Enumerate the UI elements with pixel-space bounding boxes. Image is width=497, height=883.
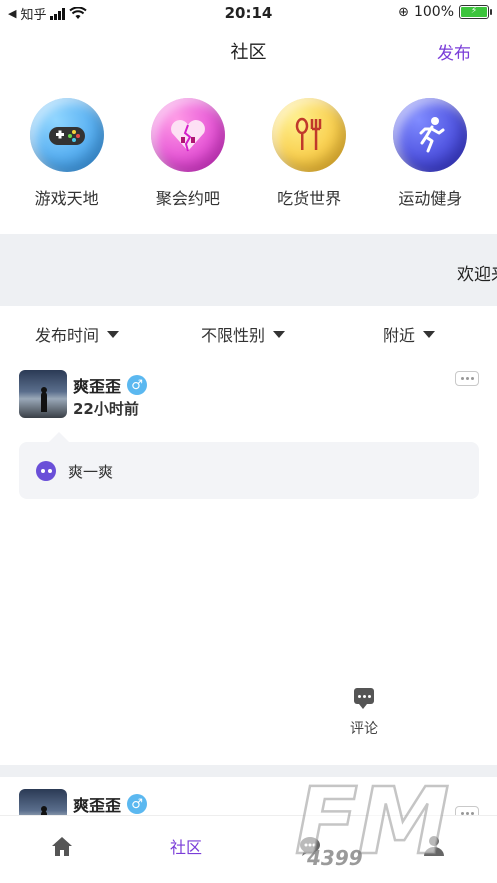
publish-button[interactable]: 发布: [437, 39, 471, 64]
chat-bubble-icon: [36, 461, 56, 481]
tab-community-label: 社区: [169, 838, 202, 857]
filter-distance[interactable]: 附近: [383, 322, 436, 346]
post-author[interactable]: 爽歪歪 ♂: [73, 373, 148, 397]
category-label: 运动健身: [398, 189, 463, 208]
banner-text: 欢迎来: [457, 265, 497, 285]
post-divider: [0, 765, 497, 777]
battery-icon: ⚡: [459, 5, 492, 19]
category-sports[interactable]: 运动健身: [375, 98, 485, 209]
comment-icon: [354, 688, 374, 709]
tab-profile[interactable]: [404, 826, 464, 866]
post-author[interactable]: 爽歪歪 ♂: [73, 792, 148, 816]
caret-down-icon: [423, 330, 436, 338]
broken-heart-icon: [150, 98, 225, 172]
username: 爽歪歪: [73, 796, 122, 815]
filter-label: 不限性别: [201, 326, 266, 345]
status-bar: ◀ 知乎 20:14 ⊕ 100% ⚡: [0, 0, 497, 26]
tab-messages[interactable]: [280, 826, 340, 866]
tab-home[interactable]: [32, 826, 92, 866]
filter-label: 发布时间: [35, 326, 100, 345]
filter-bar: 发布时间 不限性别 附近: [0, 316, 497, 350]
category-games[interactable]: 游戏天地: [12, 98, 122, 209]
post-content: 爽一爽: [68, 463, 114, 481]
spoon-fork-icon: [272, 98, 347, 172]
tab-bar: 社区: [0, 815, 497, 883]
avatar[interactable]: [19, 370, 67, 418]
caret-down-icon: [273, 330, 286, 338]
gamepad-icon: [29, 98, 104, 172]
battery-percent: 100%: [413, 4, 454, 20]
filter-publish-time[interactable]: 发布时间: [35, 322, 120, 346]
profile-icon: [424, 836, 444, 856]
tab-community[interactable]: 社区: [156, 826, 216, 866]
post-time: 22小时前: [73, 400, 139, 418]
home-icon: [52, 837, 72, 856]
male-gender-icon: ♂: [127, 794, 148, 814]
category-row: 游戏天地 聚会约吧 吃货世界 运动健身: [0, 98, 497, 209]
category-party[interactable]: 聚会约吧: [133, 98, 243, 209]
announcement-banner[interactable]: 欢迎来: [0, 234, 497, 306]
caret-down-icon: [107, 330, 120, 338]
runner-icon: [393, 98, 468, 172]
filter-label: 附近: [383, 326, 416, 345]
orientation-lock-icon: ⊕: [398, 4, 409, 20]
more-options-button[interactable]: [455, 371, 479, 386]
post-content-bubble: 爽一爽: [19, 432, 479, 499]
comment-label: 评论: [350, 721, 378, 737]
filter-gender[interactable]: 不限性别: [201, 322, 286, 346]
category-food[interactable]: 吃货世界: [254, 98, 364, 209]
nav-bar: 社区 发布: [0, 26, 497, 76]
comment-button[interactable]: 评论: [340, 688, 388, 738]
category-label: 吃货世界: [277, 189, 342, 208]
page-title: 社区: [230, 42, 267, 63]
username: 爽歪歪: [73, 377, 122, 396]
male-gender-icon: ♂: [127, 375, 148, 395]
message-icon: [300, 837, 320, 856]
category-label: 聚会约吧: [155, 189, 220, 208]
category-label: 游戏天地: [34, 189, 99, 208]
status-right: ⊕ 100% ⚡: [398, 4, 492, 20]
